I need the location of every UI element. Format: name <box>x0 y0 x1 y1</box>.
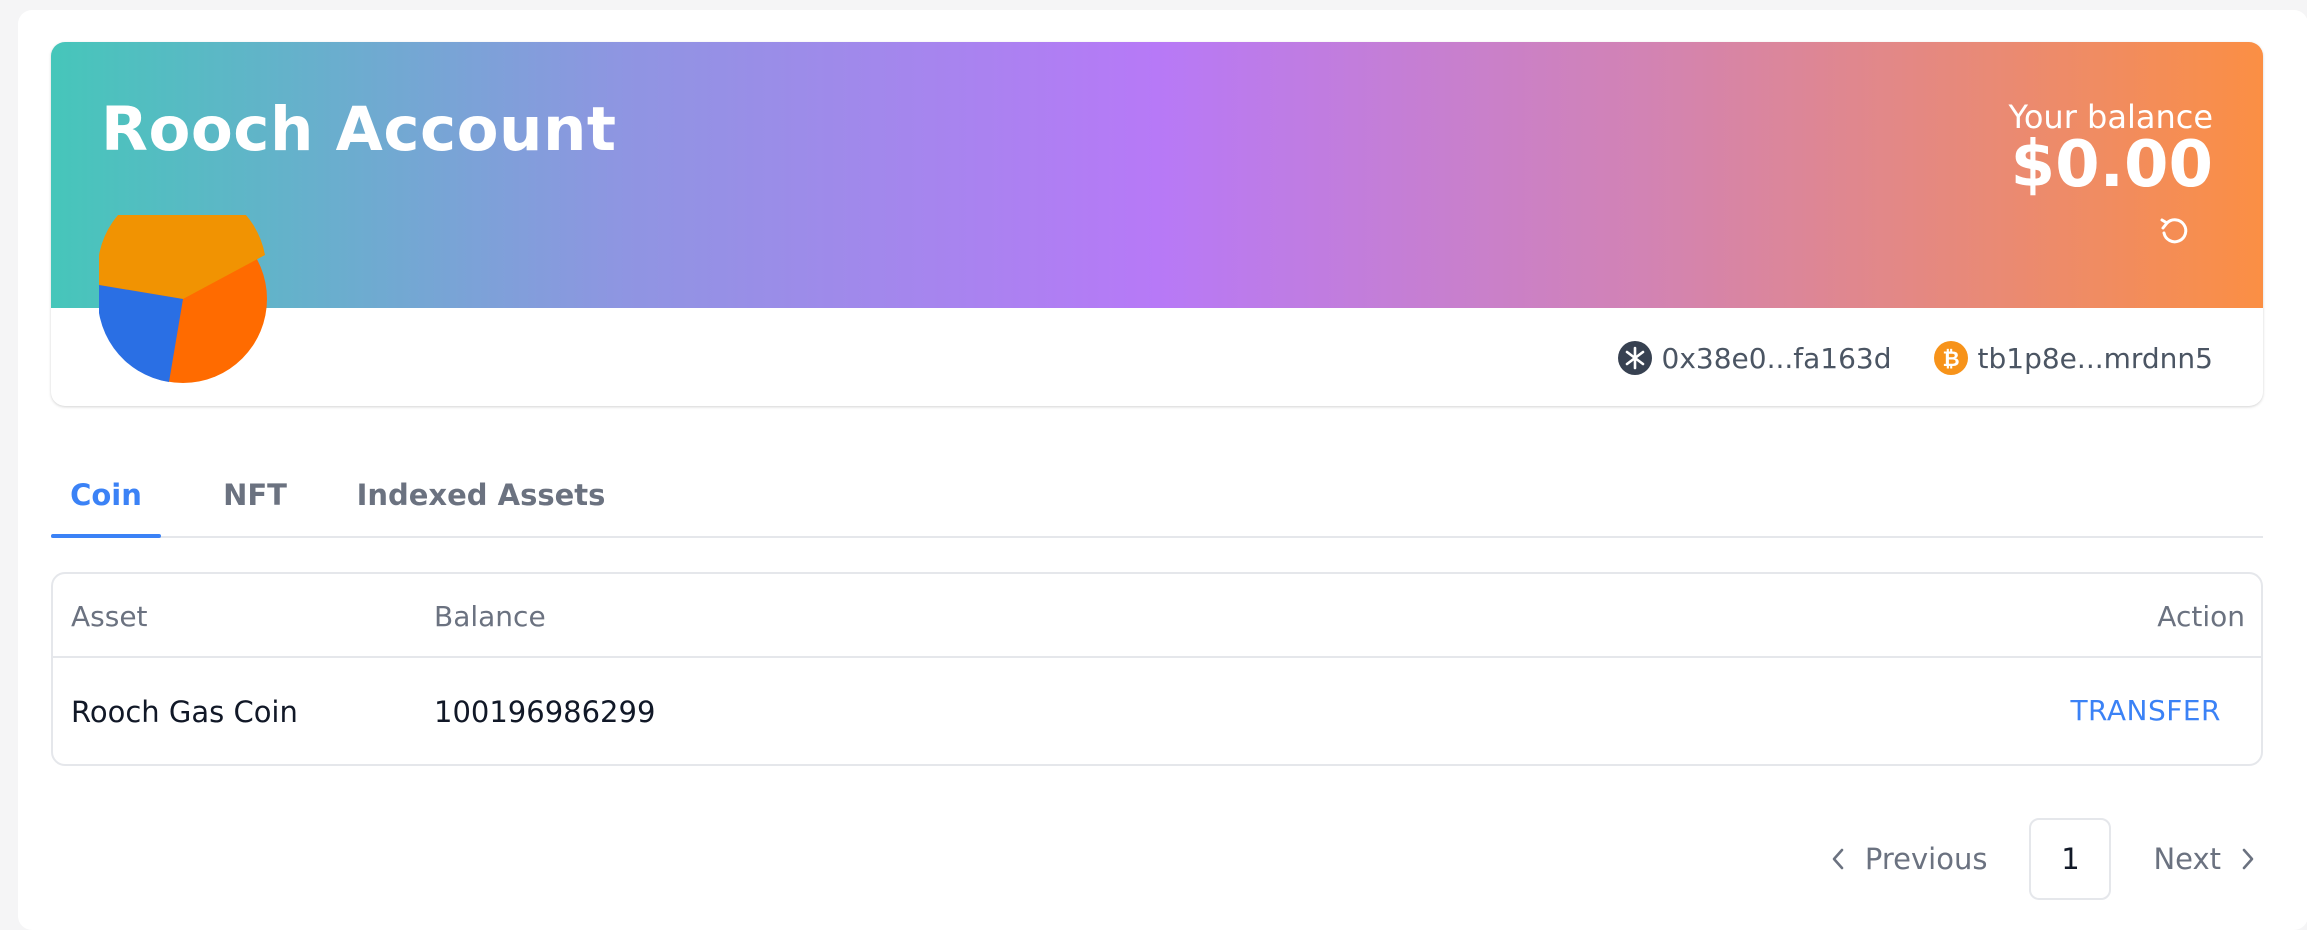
asset-table: Asset Balance Action Rooch Gas Coin 1001… <box>51 572 2263 766</box>
table-header: Asset Balance Action <box>53 574 2261 658</box>
column-header-asset: Asset <box>71 600 148 633</box>
bitcoin-address-chip[interactable]: ₿ tb1p8e...mrdnn5 <box>1933 341 2213 375</box>
refresh-icon[interactable] <box>2157 214 2193 250</box>
column-header-balance: Balance <box>434 600 546 633</box>
asset-balance: 100196986299 <box>434 695 656 729</box>
next-page-button[interactable]: Next <box>2153 842 2257 876</box>
page-number-button[interactable]: 1 <box>2029 818 2112 900</box>
transfer-button[interactable]: TRANSFER <box>2070 686 2221 736</box>
previous-label: Previous <box>1864 842 1988 876</box>
address-row: 0x38e0...fa163d ₿ tb1p8e...mrdnn5 <box>1617 338 2213 378</box>
next-label: Next <box>2153 842 2221 876</box>
balance-value: $0.00 <box>2010 128 2213 202</box>
tab-nft[interactable]: NFT <box>211 460 299 536</box>
svg-text:₿: ₿ <box>1942 347 1959 371</box>
bitcoin-icon: ₿ <box>1933 341 1968 375</box>
pagination: Previous 1 Next <box>1829 818 2257 900</box>
column-header-action: Action <box>2157 600 2245 633</box>
asset-name: Rooch Gas Coin <box>71 695 298 729</box>
previous-page-button[interactable]: Previous <box>1829 842 1988 876</box>
tab-coin[interactable]: Coin <box>51 460 161 538</box>
account-banner: Rooch Account Your balance $0.00 <box>51 42 2263 308</box>
tab-indexed-assets[interactable]: Indexed Assets <box>356 460 606 536</box>
rooch-address-text: 0x38e0...fa163d <box>1661 341 1892 375</box>
rooch-logo-icon <box>1617 341 1652 375</box>
asset-tabs: Coin NFT Indexed Assets <box>51 460 2263 538</box>
account-card: Rooch Account Your balance $0.00 0x38e0.… <box>51 42 2263 406</box>
avatar <box>99 215 267 383</box>
page-title: Rooch Account <box>101 94 617 165</box>
chevron-right-icon <box>2242 848 2254 870</box>
bitcoin-address-text: tb1p8e...mrdnn5 <box>1977 341 2213 375</box>
rooch-address-chip[interactable]: 0x38e0...fa163d <box>1617 341 1892 375</box>
chevron-left-icon <box>1832 848 1844 870</box>
